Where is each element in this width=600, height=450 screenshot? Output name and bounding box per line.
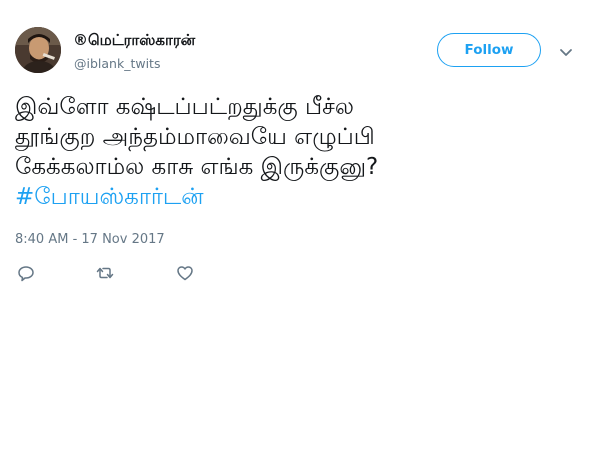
author-display-name[interactable]: ®மெட்ராஸ்காரன் [73, 31, 195, 51]
reply-icon[interactable] [17, 264, 35, 282]
tweet-text: இவ்ளோ கஷ்டப்பட்றதுக்கு பீச்ல தூங்குற அந்… [15, 92, 575, 212]
tweet-timestamp[interactable]: 8:40 AM - 17 Nov 2017 [15, 232, 165, 247]
follow-button[interactable]: Follow [437, 33, 541, 67]
tweet-text-line: கேக்கலாம்ல காசு எங்க இருக்குனு? [15, 154, 379, 180]
tweet-text-line: தூங்குற அந்தம்மாவையே எழுப்பி [15, 124, 375, 150]
avatar-image [15, 27, 61, 73]
tweet-card: ®மெட்ராஸ்காரன் @iblank_twits Follow இவ்ள… [0, 0, 600, 450]
tweet-text-line: இவ்ளோ கஷ்டப்பட்றதுக்கு பீச்ல [15, 94, 354, 120]
hashtag-link[interactable]: #போயஸ்கார்டன் [15, 182, 575, 212]
avatar[interactable] [15, 27, 61, 73]
author-handle[interactable]: @iblank_twits [74, 56, 160, 71]
retweet-icon[interactable] [96, 264, 114, 282]
chevron-down-icon[interactable] [558, 44, 574, 56]
like-icon[interactable] [176, 264, 194, 282]
